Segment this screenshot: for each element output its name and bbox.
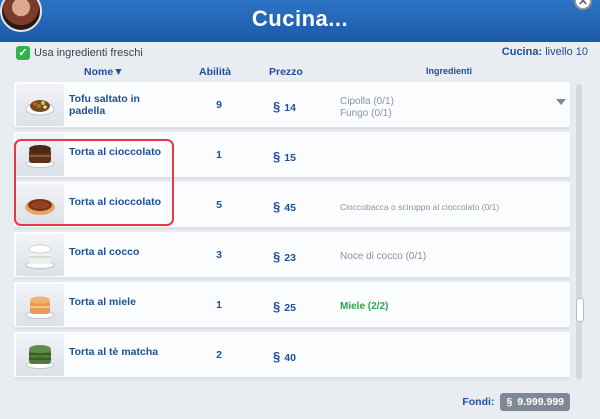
matcha-cake-icon xyxy=(16,334,64,376)
chevron-down-icon[interactable] xyxy=(556,99,566,105)
recipe-price: § 15 xyxy=(273,149,296,164)
ingredient-item: Noce di cocco (0/1) xyxy=(340,251,427,262)
price-value: 25 xyxy=(284,302,296,314)
honey-cake-icon xyxy=(16,284,64,326)
currency-symbol: § xyxy=(506,396,513,408)
recipe-row[interactable]: Torta al cioccolato 1 § 15 xyxy=(14,132,570,178)
recipe-row[interactable]: Tofu saltato in padella 9 § 14 Cipolla (0… xyxy=(14,82,570,128)
currency-symbol: § xyxy=(273,349,281,364)
price-value: 23 xyxy=(284,252,296,264)
recipe-ingredients: Miele (2/2) xyxy=(340,301,388,313)
price-value: 14 xyxy=(284,102,296,114)
scrollbar-track[interactable] xyxy=(576,84,582,380)
recipe-name: Torta al cioccolato xyxy=(69,146,161,158)
currency-symbol: § xyxy=(273,299,281,314)
ingredient-item: Fungo (0/1) xyxy=(340,108,392,119)
recipe-price: § 14 xyxy=(273,99,296,114)
funds-label: Fondi: xyxy=(462,396,495,408)
skill-label: Cucina: xyxy=(501,46,543,58)
currency-symbol: § xyxy=(273,199,281,214)
column-header-ingredients: Ingredienti xyxy=(426,66,473,76)
currency-symbol: § xyxy=(273,149,281,164)
chocolate-pie-icon xyxy=(16,184,64,226)
recipe-name: Tofu saltato in padella xyxy=(69,93,140,117)
funds-amount: 9.999.999 xyxy=(517,396,564,408)
scrollbar-thumb[interactable] xyxy=(576,298,584,322)
price-value: 45 xyxy=(284,202,296,214)
recipe-ingredients: Noce di cocco (0/1) xyxy=(340,251,426,263)
recipe-ingredients: Cioccobacca o sciroppo al cioccolato (0/… xyxy=(340,201,499,213)
recipe-price: § 23 xyxy=(273,249,296,264)
stir-fry-icon xyxy=(16,84,64,126)
recipe-row[interactable]: Torta al miele 1 § 25 Miele (2/2) xyxy=(14,282,570,328)
sort-desc-icon: ▼ xyxy=(113,66,124,78)
column-header-skill[interactable]: Abilità xyxy=(199,66,231,78)
coconut-cake-icon xyxy=(16,234,64,276)
recipe-row[interactable]: Torta al tè matcha 2 § 40 xyxy=(14,332,570,378)
recipe-skill: 1 xyxy=(216,149,222,161)
recipe-name: Torta al cocco xyxy=(69,246,140,258)
recipe-skill: 1 xyxy=(216,299,222,311)
recipe-row[interactable]: Torta al cocco 3 § 23 Noce di cocco (0/1) xyxy=(14,232,570,278)
column-name-label: Nome xyxy=(84,66,114,78)
price-value: 15 xyxy=(284,152,296,164)
ingredient-item: Cioccobacca o sciroppo al cioccolato (0/… xyxy=(340,202,500,212)
ingredient-item: Miele (2/2) xyxy=(340,301,389,312)
cooking-skill-level: Cucina: livello 10 xyxy=(502,46,588,58)
title-bar: Cucina... ✕ xyxy=(0,0,600,42)
recipe-row[interactable]: Torta al cioccolato 5 § 45 Cioccobacca o … xyxy=(14,182,570,228)
checkbox-checked-icon[interactable]: ✓ xyxy=(16,46,30,60)
recipe-skill: 3 xyxy=(216,249,222,261)
recipe-price: § 25 xyxy=(273,299,296,314)
recipe-price: § 40 xyxy=(273,349,296,364)
recipe-skill: 2 xyxy=(216,349,222,361)
ingredient-item: Cipolla (0/1) xyxy=(340,96,394,107)
chocolate-cake-icon xyxy=(16,134,64,176)
column-headers: Nome▼ Abilità Prezzo Ingredienti xyxy=(0,66,600,80)
recipe-name: Torta al tè matcha xyxy=(69,346,159,358)
fresh-ingredients-toggle[interactable]: ✓ Usa ingredienti freschi xyxy=(16,46,143,60)
currency-symbol: § xyxy=(273,99,281,114)
recipe-skill: 5 xyxy=(216,199,222,211)
recipe-price: § 45 xyxy=(273,199,296,214)
recipe-name: Torta al miele xyxy=(69,296,136,308)
funds-value: § 9.999.999 xyxy=(500,393,570,411)
currency-symbol: § xyxy=(273,249,281,264)
recipe-ingredients: Cipolla (0/1) Fungo (0/1) xyxy=(340,96,394,120)
window-title: Cucina... xyxy=(251,6,349,31)
column-header-name[interactable]: Nome▼ xyxy=(84,66,124,78)
fresh-ingredients-label: Usa ingredienti freschi xyxy=(34,47,143,59)
price-value: 40 xyxy=(284,352,296,364)
recipe-skill: 9 xyxy=(216,99,222,111)
funds-display: Fondi: § 9.999.999 xyxy=(462,393,570,411)
recipe-name: Torta al cioccolato xyxy=(69,196,161,208)
column-header-price[interactable]: Prezzo xyxy=(269,66,303,78)
recipe-list[interactable]: Tofu saltato in padella 9 § 14 Cipolla (0… xyxy=(14,82,572,382)
skill-value: livello 10 xyxy=(545,46,588,58)
